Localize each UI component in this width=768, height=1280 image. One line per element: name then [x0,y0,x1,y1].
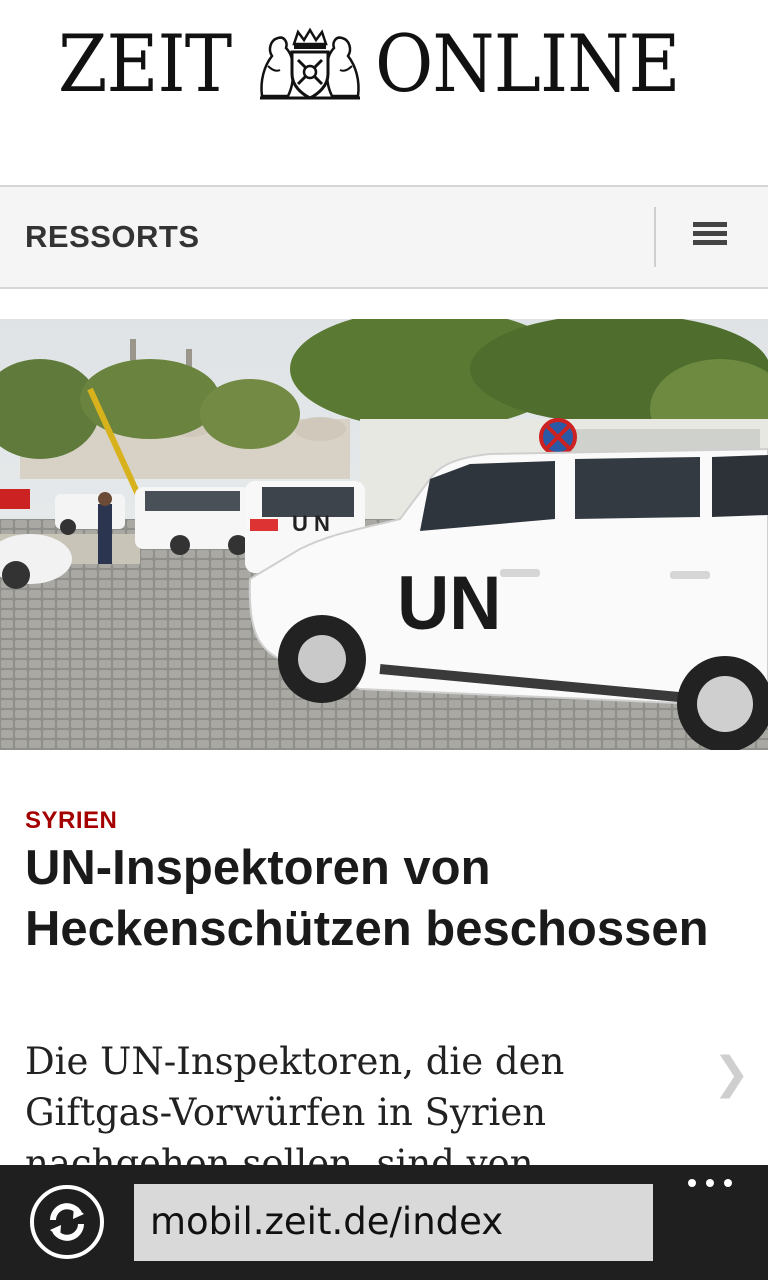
refresh-button[interactable] [30,1185,104,1259]
nav-divider [654,207,656,267]
article-kicker[interactable]: SYRIEN [25,807,117,835]
ressorts-button[interactable]: RESSORTS [25,219,200,255]
hamburger-menu-icon[interactable] [693,222,727,252]
more-dots-icon[interactable] [688,1179,732,1191]
zeit-online-logo[interactable]: ZEIT ONLINE [58,18,710,110]
logo-word-online: ONLINE [375,18,680,110]
ressorts-navigation-bar: RESSORTS [0,185,768,289]
site-header: ZEIT ONLINE [0,0,768,185]
chevron-right-icon[interactable]: ❯ [713,1048,750,1099]
refresh-icon [50,1203,84,1241]
un-vehicles-photo: U N UN [0,319,768,750]
article-headline[interactable]: UN-Inspektoren von Heckenschützen bescho… [25,838,735,960]
url-text: mobil.zeit.de/index [150,1200,504,1243]
browser-address-bar: mobil.zeit.de/index [0,1165,768,1280]
url-input[interactable]: mobil.zeit.de/index [134,1184,653,1261]
crest-emblem-icon [260,27,360,100]
svg-text:UN: UN [397,560,501,645]
svg-text:U N: U N [292,511,330,536]
logo-word-zeit: ZEIT [58,18,232,110]
article-hero-image[interactable]: U N UN [0,319,768,750]
